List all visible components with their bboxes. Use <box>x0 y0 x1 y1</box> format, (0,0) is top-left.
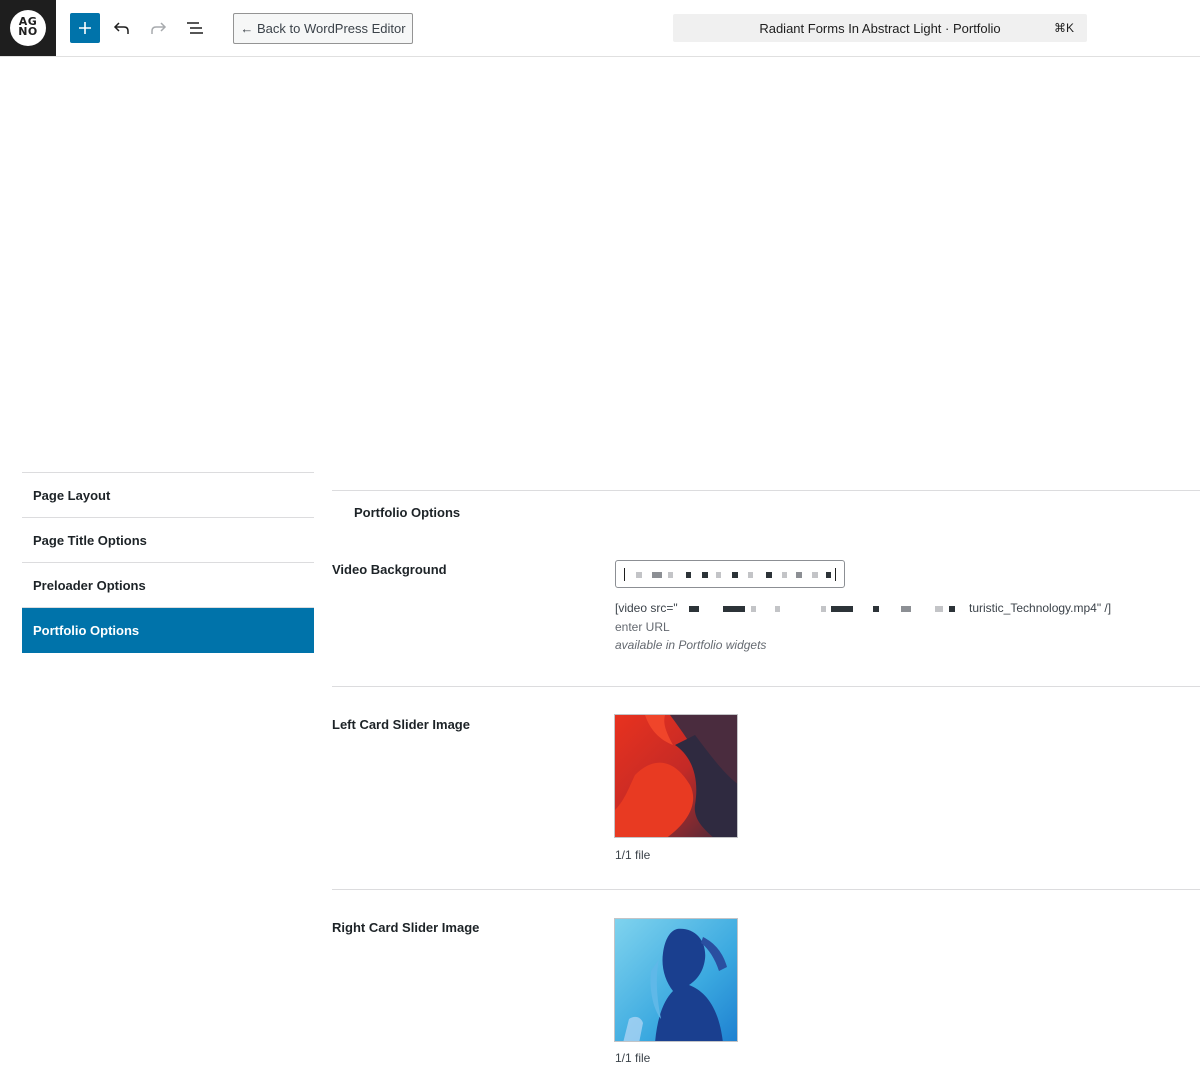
masked-text <box>796 572 802 578</box>
right-card-file-count: 1/1 file <box>615 1051 651 1065</box>
right-card-slider-thumbnail[interactable] <box>614 918 738 1042</box>
masked-text <box>821 606 826 612</box>
video-shortcode-preview: [video src=" turistic_Technology.mp4" /] <box>615 601 1175 617</box>
logo-mark: AG NO <box>10 10 46 46</box>
masked-text <box>949 606 955 612</box>
masked-text <box>831 606 853 612</box>
masked-text <box>935 606 943 612</box>
site-logo[interactable]: AG NO <box>0 0 56 56</box>
masked-text <box>702 572 708 578</box>
redo-button[interactable] <box>144 14 172 42</box>
text-caret <box>624 568 625 581</box>
masked-text <box>716 572 721 578</box>
tab-page-layout[interactable]: Page Layout <box>22 473 314 518</box>
masked-text <box>751 606 756 612</box>
command-palette-button[interactable]: Radiant Forms In Abstract Light · Portfo… <box>673 14 1087 42</box>
options-tabs: Page Layout Page Title Options Preloader… <box>22 472 314 653</box>
video-url-description: available in Portfolio widgets <box>615 638 767 652</box>
left-card-slider-thumbnail[interactable] <box>614 714 738 838</box>
command-shortcut-hint: ⌘K <box>1053 21 1074 35</box>
masked-text <box>652 572 662 578</box>
left-card-file-count: 1/1 file <box>615 848 651 862</box>
masked-text <box>689 606 699 612</box>
shortcode-prefix: [video src=" <box>615 601 678 615</box>
masked-text <box>873 606 879 612</box>
masked-text <box>826 572 831 578</box>
tab-page-title-options[interactable]: Page Title Options <box>22 518 314 563</box>
portfolio-options-panel: Portfolio Options Video Background [vide… <box>332 490 1200 1065</box>
masked-text <box>775 606 780 612</box>
shortcode-suffix: turistic_Technology.mp4" /] <box>969 601 1112 615</box>
list-view-icon <box>187 22 203 34</box>
masked-text <box>812 572 818 578</box>
text-caret-end <box>835 568 836 581</box>
masked-text <box>782 572 787 578</box>
portrait-blue-image <box>615 919 737 1041</box>
left-card-slider-label: Left Card Slider Image <box>332 717 470 732</box>
masked-text <box>732 572 738 578</box>
tab-preloader-options[interactable]: Preloader Options <box>22 563 314 608</box>
right-card-slider-label: Right Card Slider Image <box>332 920 480 935</box>
masked-text <box>766 572 772 578</box>
masked-text <box>748 572 753 578</box>
undo-icon <box>113 22 129 34</box>
masked-text <box>901 606 911 612</box>
panel-title: Portfolio Options <box>354 505 461 520</box>
add-block-button[interactable] <box>70 13 100 43</box>
masked-text <box>723 606 745 612</box>
masked-text <box>636 572 642 578</box>
back-to-wordpress-editor-button[interactable]: ← Back to WordPress Editor <box>233 13 413 44</box>
field-divider <box>332 889 1200 890</box>
document-title: Radiant Forms In Abstract Light · Portfo… <box>759 21 1001 36</box>
masked-text <box>686 572 691 578</box>
undo-button[interactable] <box>108 14 136 42</box>
logo-text-line2: NO <box>18 25 38 38</box>
editor-header: AG NO ← Back to WordPress Editor Radiant… <box>0 0 1200 57</box>
list-view-button[interactable] <box>181 14 209 42</box>
video-url-input[interactable] <box>615 560 845 588</box>
abstract-red-image <box>615 715 737 837</box>
masked-text <box>668 572 673 578</box>
video-background-label: Video Background <box>332 562 447 577</box>
video-url-help: enter URL <box>615 620 670 634</box>
tab-portfolio-options[interactable]: Portfolio Options <box>22 608 314 653</box>
redo-icon <box>151 22 167 34</box>
plus-icon <box>79 22 91 34</box>
field-divider <box>332 686 1200 687</box>
